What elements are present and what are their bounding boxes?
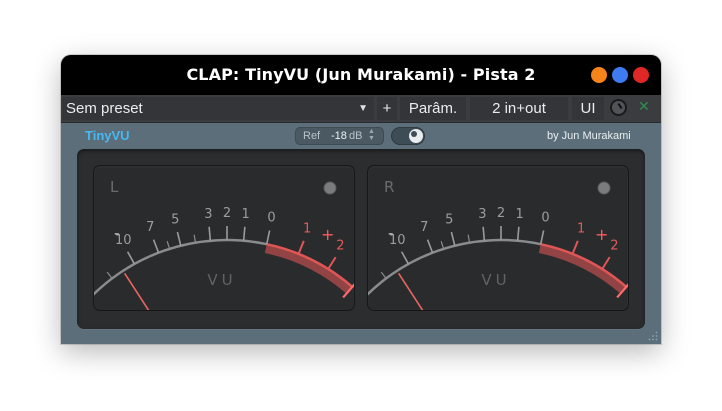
vu-unit-label: VU xyxy=(481,271,510,289)
ui-button[interactable]: UI xyxy=(572,97,604,120)
scale-tick xyxy=(242,226,246,241)
scale-tick xyxy=(601,256,611,270)
scale-label: 3 xyxy=(204,207,212,222)
vu-unit-label: VU xyxy=(207,271,236,289)
theme-toggle[interactable] xyxy=(391,127,425,145)
scale-tick xyxy=(450,231,456,246)
scale-tick xyxy=(516,226,520,241)
plugin-name: TinyVU xyxy=(85,128,130,143)
scale-label: 1 xyxy=(303,222,311,237)
preset-label: Sem preset xyxy=(66,100,143,117)
scale-label: 1 xyxy=(242,207,250,222)
scale-label: 1 xyxy=(577,222,585,237)
close-button[interactable] xyxy=(633,67,649,83)
peak-led-icon xyxy=(597,181,611,195)
plugin-body: TinyVU Ref -18 dB ▲▼ by Jun Murakami L 2 0… xyxy=(61,123,661,344)
scale-tick xyxy=(426,239,434,253)
scale-tick xyxy=(297,240,305,255)
params-button[interactable]: Parâm. xyxy=(400,97,466,120)
io-config-button[interactable]: 2 in+out xyxy=(470,97,568,120)
vu-meter-face: R2010753210123-+VU xyxy=(368,178,628,310)
minus-label: - xyxy=(388,224,393,242)
window-title: CLAP: TinyVU (Jun Murakami) - Pista 2 xyxy=(186,65,536,84)
scale-minor-tick xyxy=(193,234,197,243)
chevron-down-icon: ▼ xyxy=(358,103,368,114)
vu-meter-face: L2010753210123-+VU xyxy=(94,178,354,310)
scale-tick xyxy=(400,251,410,265)
plus-label: + xyxy=(321,225,334,244)
scale-minor-tick xyxy=(106,271,113,279)
peak-led-icon xyxy=(323,181,337,195)
vu-meter-left: L2010753210123-+VU xyxy=(94,166,354,310)
scale-label: 3 xyxy=(478,207,486,222)
scale-label: 1 xyxy=(516,207,524,222)
scale-minor-tick xyxy=(380,271,387,279)
red-zone-band xyxy=(538,243,627,294)
scale-label: 0 xyxy=(267,211,275,226)
minimize-button[interactable] xyxy=(591,67,607,83)
knob-icon[interactable] xyxy=(610,99,627,116)
ref-level-spinner[interactable]: Ref -18 dB ▲ ▼ xyxy=(295,127,384,145)
scale-tick xyxy=(482,226,486,241)
scale-label: 2 xyxy=(223,206,231,221)
plugin-toolbar: Sem preset ▼ + Parâm. 2 in+out UI ✕ xyxy=(61,95,661,123)
scale-label: 5 xyxy=(445,212,453,227)
maximize-button[interactable] xyxy=(612,67,628,83)
channel-label: L xyxy=(110,178,119,196)
scale-label: 2 xyxy=(336,239,344,254)
close-icon[interactable]: ✕ xyxy=(638,98,650,115)
resize-grip-icon[interactable] xyxy=(648,331,658,341)
ref-unit: dB xyxy=(349,130,363,142)
scale-tick xyxy=(176,231,182,246)
scale-label: 2 xyxy=(610,239,618,254)
scale-tick xyxy=(327,256,337,270)
plugin-author: by Jun Murakami xyxy=(547,130,631,142)
scale-tick xyxy=(152,239,160,253)
moon-icon xyxy=(409,129,423,143)
channel-label: R xyxy=(384,178,394,196)
scale-tick xyxy=(571,240,579,255)
red-zone-band xyxy=(264,243,353,294)
meters-panel: L2010753210123-+VU R2010753210123-+VU xyxy=(77,149,645,329)
ref-value[interactable]: -18 xyxy=(331,128,347,144)
scale-minor-tick xyxy=(467,234,471,243)
scale-arc xyxy=(94,238,267,296)
scale-arc xyxy=(368,238,541,296)
scale-minor-tick xyxy=(440,241,445,250)
plus-label: + xyxy=(595,225,608,244)
scale-label: 5 xyxy=(171,212,179,227)
scale-tick xyxy=(539,230,545,245)
scale-tick xyxy=(126,251,136,265)
minus-label: - xyxy=(114,224,119,242)
title-bar[interactable]: CLAP: TinyVU (Jun Murakami) - Pista 2 xyxy=(61,55,661,95)
scale-tick xyxy=(208,226,212,241)
spinner-arrows-icon[interactable]: ▲ ▼ xyxy=(368,128,375,142)
scale-label: 0 xyxy=(541,211,549,226)
preset-select[interactable]: Sem preset ▼ xyxy=(62,97,374,120)
ref-label: Ref xyxy=(303,130,321,142)
scale-tick xyxy=(265,230,271,245)
scale-label: 7 xyxy=(146,220,154,235)
plugin-window: CLAP: TinyVU (Jun Murakami) - Pista 2 Se… xyxy=(61,55,661,344)
vu-meter-right: R2010753210123-+VU xyxy=(368,166,628,310)
scale-label: 7 xyxy=(420,220,428,235)
add-preset-button[interactable]: + xyxy=(377,97,397,120)
scale-label: 2 xyxy=(497,206,505,221)
scale-minor-tick xyxy=(166,241,171,250)
